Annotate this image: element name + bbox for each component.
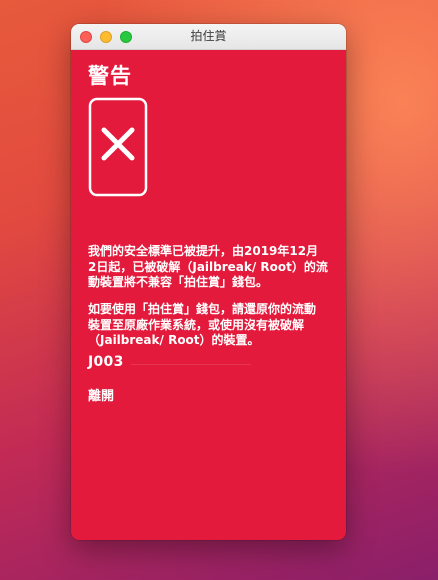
alert-heading: 警告	[88, 64, 132, 88]
window-title: 拍住賞	[190, 29, 227, 43]
alert-message-paragraph-2: 如要使用「拍住賞」錢包，請還原你的流動 裝置至原廠作業系統，或使用沒有被破解 （…	[88, 302, 317, 347]
leave-button[interactable]: 離開	[88, 385, 114, 404]
title-bar[interactable]: 拍住賞	[71, 24, 346, 50]
error-code: J003	[88, 354, 124, 370]
divider	[131, 364, 251, 365]
alert-content: 警告 我們的安全標準已被提升，由2019年12月 2日起，已被破解（Jailbr…	[71, 50, 346, 540]
app-window: 拍住賞 警告 我們的安全標準已被提升，由2019年12月 2日起，已被破解（Ja…	[71, 24, 346, 540]
phone-cross-icon	[88, 97, 148, 197]
alert-message-paragraph-1: 我們的安全標準已被提升，由2019年12月 2日起，已被破解（Jailbreak…	[88, 244, 328, 289]
